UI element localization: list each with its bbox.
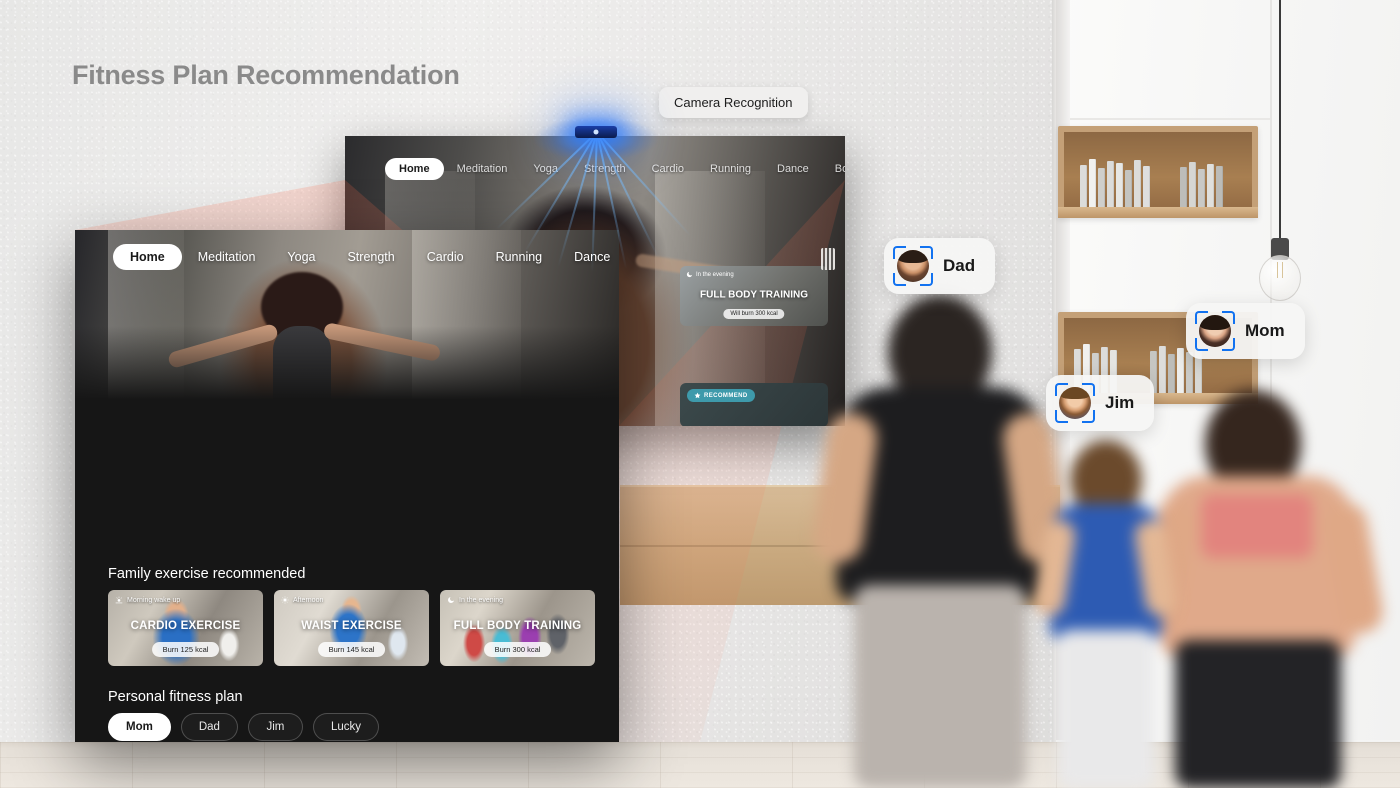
family-card-kcal: Burn 300 kcal bbox=[483, 642, 552, 657]
tv-card-title: FULL BODY TRAINING bbox=[700, 289, 808, 301]
moon-icon bbox=[686, 271, 693, 278]
lamp-filament bbox=[1277, 262, 1283, 278]
family-card-title: FULL BODY TRAINING bbox=[453, 619, 582, 632]
tv-card-abs-training[interactable]: RECOMMEND bbox=[680, 383, 828, 426]
tv-tab-meditation[interactable]: Meditation bbox=[444, 163, 521, 175]
tv-tab-dance[interactable]: Dance bbox=[764, 163, 822, 175]
tv-card-tag: In the evening bbox=[686, 271, 734, 278]
family-card-cardio-exercise[interactable]: Morning wake up CARDIO EXERCISE Burn 125… bbox=[108, 590, 263, 666]
tab-dance[interactable]: Dance bbox=[558, 250, 619, 264]
section-family-exercise: Family exercise recommended Morning wake… bbox=[75, 566, 619, 666]
tv-content: In the evening FULL BODY TRAINING Will b… bbox=[345, 188, 845, 426]
person-child-silhouette bbox=[1032, 440, 1178, 788]
person-father-silhouette bbox=[809, 295, 1071, 788]
face-card-label: Dad bbox=[943, 256, 976, 275]
sunrise-icon bbox=[115, 596, 123, 604]
page-title: Fitness Plan Recommendation bbox=[72, 60, 460, 90]
face-card-mom[interactable]: Mom bbox=[1186, 303, 1305, 359]
family-card-tag: Afternoon bbox=[281, 596, 323, 604]
family-card-list: Morning wake up CARDIO EXERCISE Burn 125… bbox=[75, 590, 619, 666]
wall-panel-line-horizontal bbox=[1070, 118, 1270, 120]
family-card-tag: Morning wake up bbox=[115, 596, 180, 604]
face-card-dad[interactable]: Dad bbox=[884, 238, 996, 294]
section-title-family: Family exercise recommended bbox=[108, 566, 306, 582]
family-card-title: WAIST EXERCISE bbox=[301, 619, 402, 632]
moon-icon bbox=[448, 597, 454, 603]
family-card-title: CARDIO EXERCISE bbox=[130, 619, 241, 632]
member-chip-jim[interactable]: Jim bbox=[247, 713, 303, 741]
lamp-cord bbox=[1279, 0, 1281, 240]
tv-tab-boxing[interactable]: Boxing bbox=[822, 163, 845, 175]
camera-lens-icon bbox=[593, 129, 599, 135]
tab-yoga[interactable]: Yoga bbox=[271, 250, 331, 264]
tv-speaker-grille bbox=[821, 248, 835, 270]
tv-tab-home[interactable]: Home bbox=[385, 158, 444, 180]
bookshelf-upper bbox=[1058, 126, 1258, 218]
star-icon bbox=[694, 392, 701, 399]
tv-camera-module bbox=[575, 126, 617, 138]
family-card-tag: In the evening bbox=[447, 596, 503, 604]
family-card-kcal: Burn 145 kcal bbox=[317, 642, 386, 657]
tv-tab-cardio[interactable]: Cardio bbox=[639, 163, 697, 175]
family-card-kcal: Burn 125 kcal bbox=[151, 642, 220, 657]
tv-card-kcal: Will burn 300 kcal bbox=[723, 309, 785, 319]
member-chip-lucky[interactable]: Lucky bbox=[312, 713, 379, 741]
face-card-jim[interactable]: Jim bbox=[1046, 375, 1155, 431]
tab-cardio[interactable]: Cardio bbox=[411, 250, 480, 264]
tab-home[interactable]: Home bbox=[113, 244, 182, 270]
tab-running[interactable]: Running bbox=[480, 250, 559, 264]
camera-recognition-callout: Camera Recognition bbox=[659, 87, 808, 118]
face-detection-frame-icon bbox=[1055, 383, 1095, 423]
tv-badge-recommend: RECOMMEND bbox=[687, 389, 755, 402]
member-chip-dad[interactable]: Dad bbox=[180, 713, 238, 741]
tv-card-full-body-training[interactable]: In the evening FULL BODY TRAINING Will b… bbox=[680, 266, 828, 326]
sun-icon bbox=[281, 596, 289, 604]
face-card-label: Mom bbox=[1245, 321, 1285, 340]
section-title-personal: Personal fitness plan bbox=[108, 689, 243, 705]
family-card-waist-exercise[interactable]: Afternoon WAIST EXERCISE Burn 145 kcal bbox=[274, 590, 429, 666]
face-detection-frame-icon bbox=[893, 246, 933, 286]
tab-strength[interactable]: Strength bbox=[331, 250, 410, 264]
tab-meditation[interactable]: Meditation bbox=[182, 250, 272, 264]
section-personal-plan: Personal fitness plan Mom Dad Jim Lucky … bbox=[75, 689, 619, 742]
face-card-label: Jim bbox=[1105, 393, 1135, 412]
face-detection-frame-icon bbox=[1195, 311, 1235, 351]
person-mother-silhouette bbox=[1133, 390, 1387, 788]
member-chip-mom[interactable]: Mom bbox=[108, 713, 171, 741]
panel-nav-bar[interactable]: Home Meditation Yoga Strength Cardio Run… bbox=[75, 242, 619, 272]
member-chip-list: Mom Dad Jim Lucky bbox=[75, 713, 619, 741]
tv-tab-running[interactable]: Running bbox=[697, 163, 764, 175]
family-card-full-body-training[interactable]: In the evening FULL BODY TRAINING Burn 3… bbox=[440, 590, 595, 666]
